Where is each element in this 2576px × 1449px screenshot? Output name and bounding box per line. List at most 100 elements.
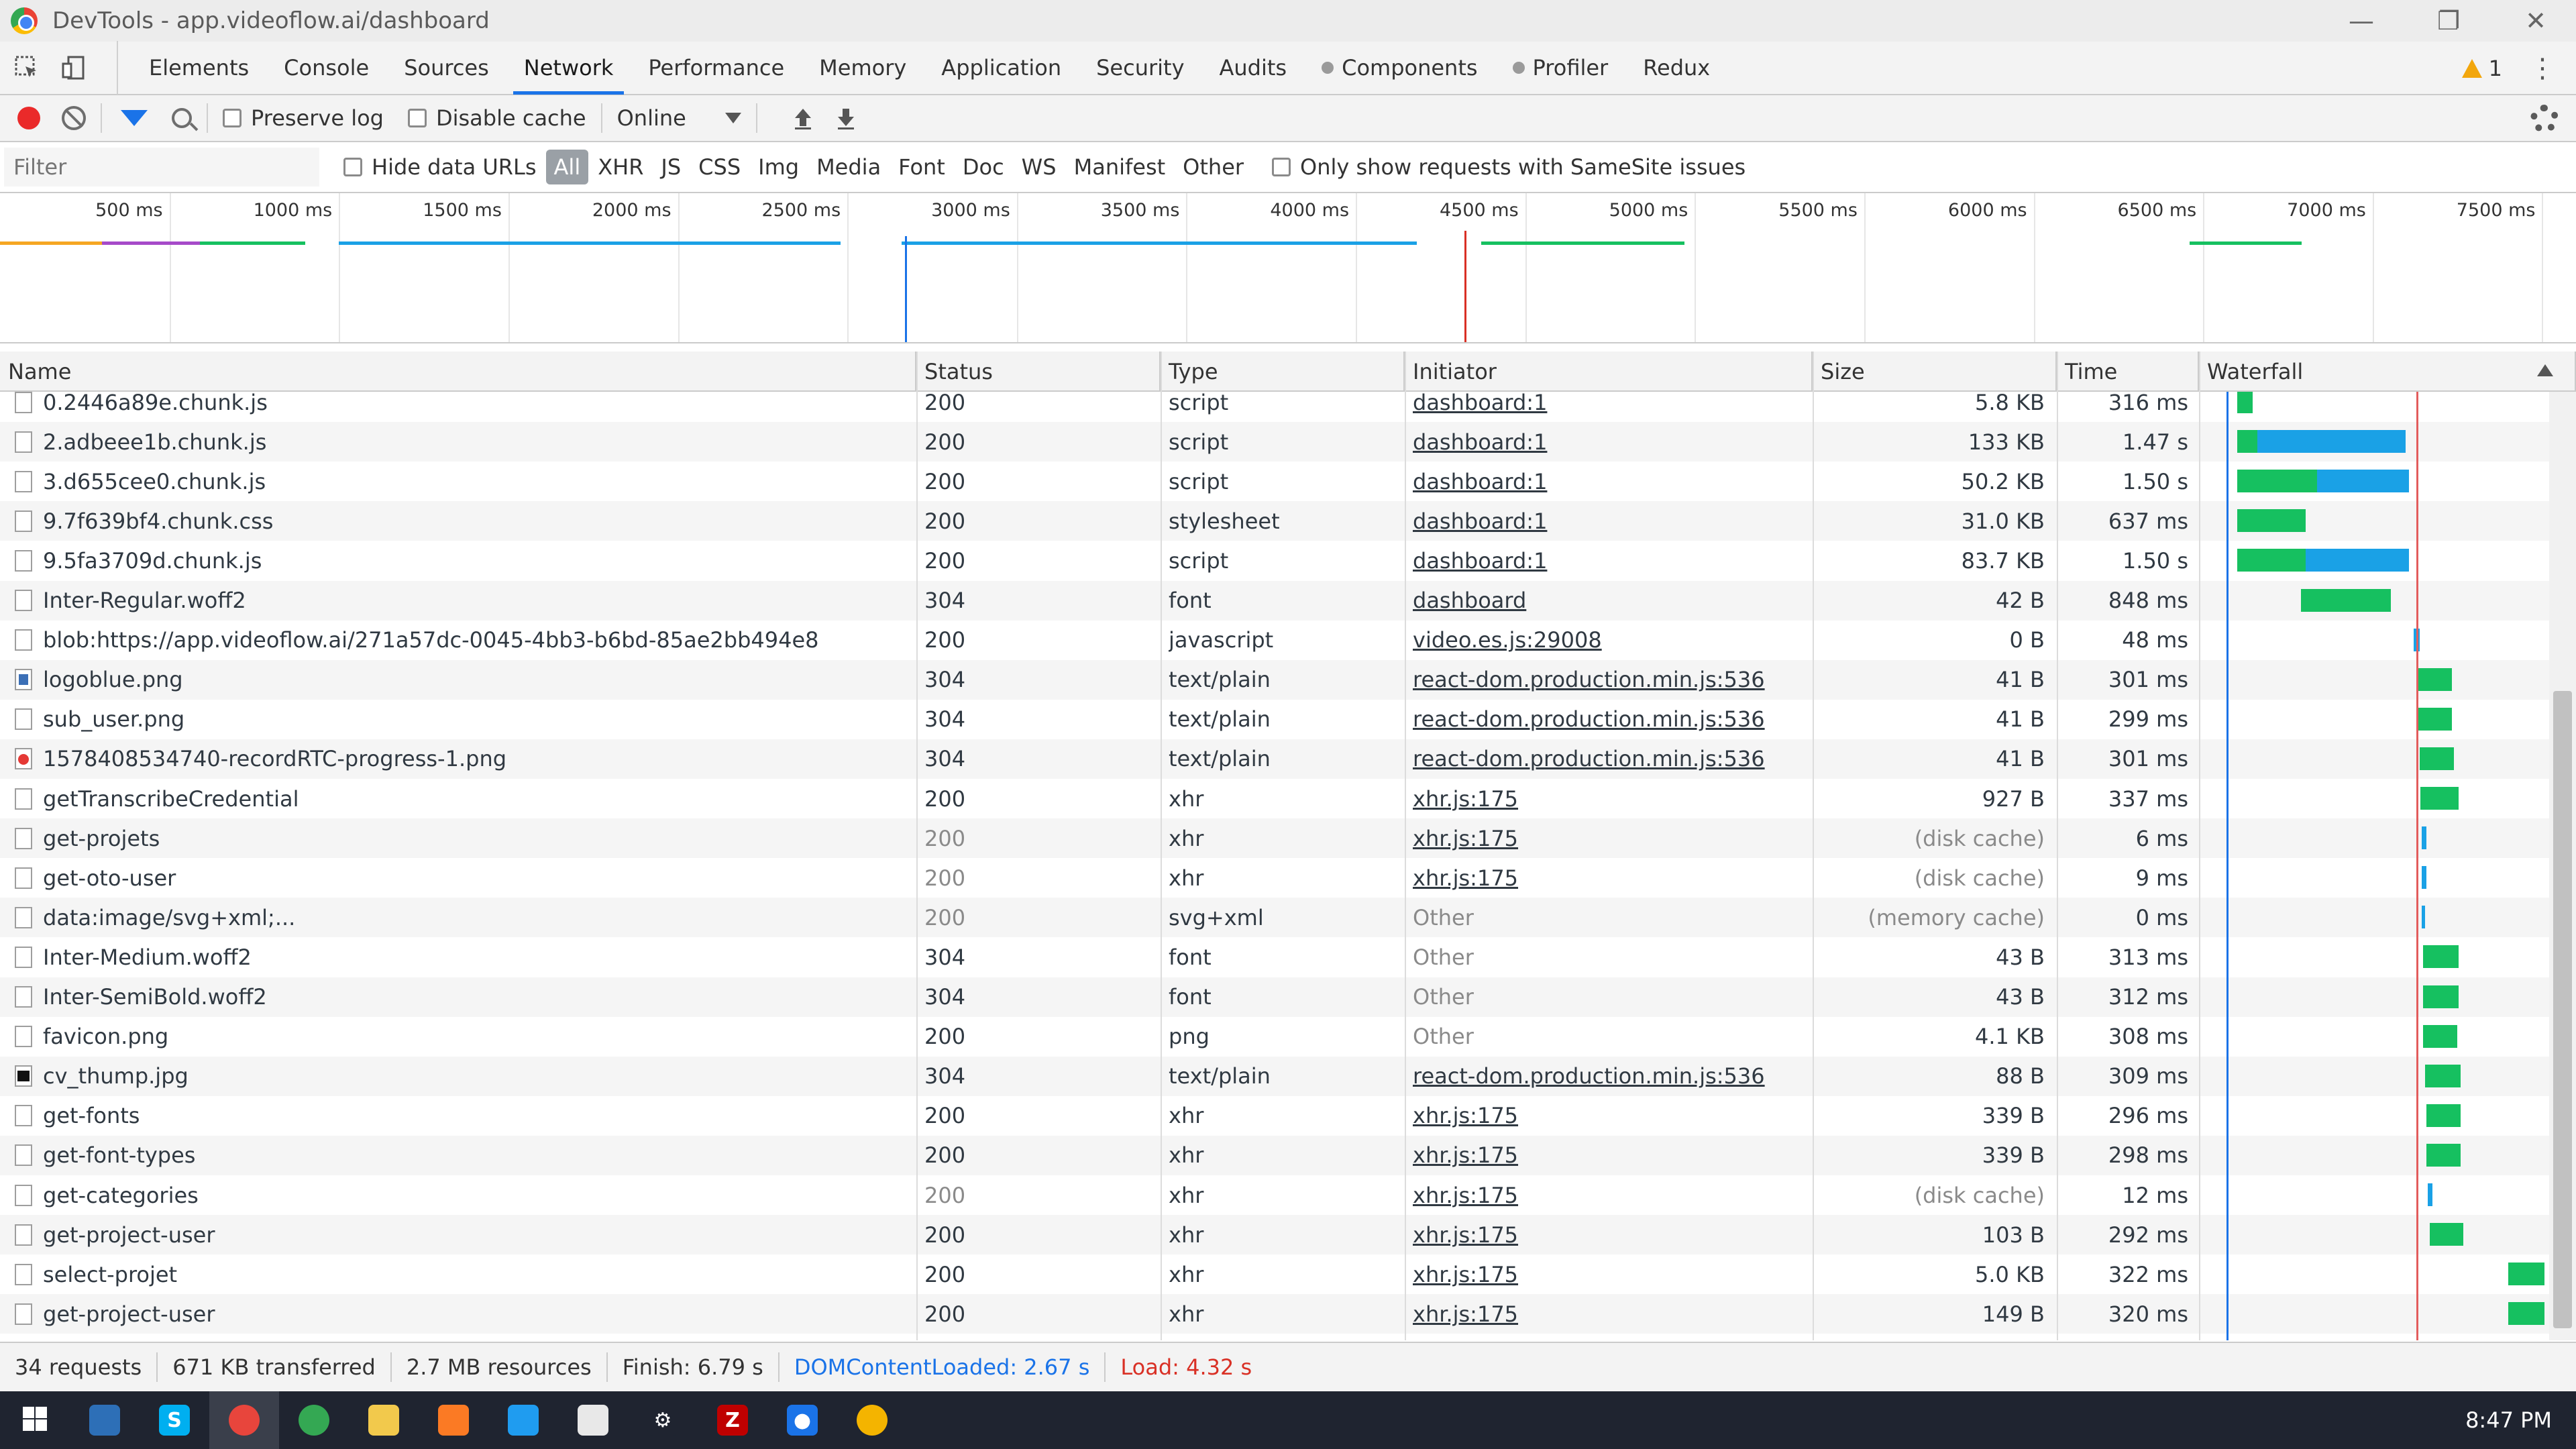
tab-console[interactable]: Console [266, 41, 386, 95]
export-har-icon[interactable] [834, 106, 858, 130]
type-filter-other[interactable]: Other [1175, 150, 1252, 184]
request-initiator-cell[interactable]: react-dom.production.min.js:536 [1413, 660, 1809, 700]
taskbar-item[interactable] [0, 1391, 70, 1449]
request-initiator-cell[interactable]: xhr.js:175 [1413, 779, 1809, 818]
request-initiator-cell[interactable]: dashboard:1 [1413, 462, 1809, 501]
request-name-cell[interactable]: get-project-user [0, 1294, 912, 1334]
request-name-cell[interactable]: logoblue.png [0, 660, 912, 700]
request-name-cell[interactable]: get-font-types [0, 1136, 912, 1175]
record-button[interactable] [17, 107, 40, 129]
request-initiator-link[interactable]: react-dom.production.min.js:536 [1413, 667, 1765, 692]
type-filter-img[interactable]: Img [750, 150, 807, 184]
tab-audits[interactable]: Audits [1202, 41, 1305, 95]
request-initiator-cell[interactable]: video.es.js:29008 [1413, 621, 1809, 660]
request-initiator-cell[interactable]: dashboard:1 [1413, 392, 1809, 422]
column-header-type[interactable]: Type [1161, 352, 1405, 392]
taskbar-item[interactable] [70, 1391, 140, 1449]
request-initiator-link[interactable]: xhr.js:175 [1413, 1262, 1518, 1287]
request-name-cell[interactable]: Inter-SemiBold.woff2 [0, 977, 912, 1017]
request-initiator-link[interactable]: react-dom.production.min.js:536 [1413, 746, 1765, 771]
tab-network[interactable]: Network [506, 41, 631, 95]
table-row[interactable]: 0.2446a89e.chunk.js 200 script dashboard:1 5… [0, 392, 2549, 422]
table-row[interactable]: get-project-user 200 xhr xhr.js:175 149 B 320… [0, 1294, 2549, 1334]
type-filter-js[interactable]: JS [653, 150, 689, 184]
checkbox-box[interactable] [1272, 158, 1291, 176]
table-row[interactable]: get-font-types 200 xhr xhr.js:175 339 B 298 m… [0, 1135, 2549, 1175]
request-name-cell[interactable]: get-categories [0, 1175, 912, 1215]
column-header-size[interactable]: Size [1813, 352, 2057, 392]
search-icon[interactable] [172, 108, 192, 128]
request-initiator-cell[interactable]: xhr.js:175 [1413, 858, 1809, 898]
taskbar-item[interactable]: S [140, 1391, 209, 1449]
request-initiator-link[interactable]: xhr.js:175 [1413, 865, 1518, 891]
request-name-cell[interactable]: select-projet [0, 1254, 912, 1294]
close-icon[interactable]: ✕ [2492, 0, 2576, 42]
type-filter-all[interactable]: All [545, 150, 589, 184]
hide-data-urls-checkbox[interactable]: Hide data URLs [343, 154, 537, 180]
type-filter-ws[interactable]: WS [1014, 150, 1065, 184]
checkbox-box[interactable] [343, 158, 362, 176]
taskbar-item[interactable] [419, 1391, 488, 1449]
request-name-cell[interactable]: 2.adbeee1b.chunk.js [0, 422, 912, 462]
taskbar-item[interactable] [488, 1391, 558, 1449]
device-toolbar-icon[interactable] [54, 41, 94, 95]
request-initiator-cell[interactable]: react-dom.production.min.js:536 [1413, 1057, 1809, 1096]
request-initiator-link[interactable]: dashboard:1 [1413, 429, 1547, 455]
request-initiator-link[interactable]: xhr.js:175 [1413, 1142, 1518, 1168]
table-row[interactable]: favicon.png 200 png Other 4.1 KB 308 ms [0, 1017, 2549, 1057]
import-har-icon[interactable] [791, 106, 815, 130]
table-row[interactable]: logoblue.png 304 text/plain react-dom.produ… [0, 659, 2549, 700]
request-initiator-cell[interactable]: xhr.js:175 [1413, 1294, 1809, 1334]
request-initiator-cell[interactable]: xhr.js:175 [1413, 1215, 1809, 1254]
request-name-cell[interactable]: Inter-Medium.woff2 [0, 937, 912, 977]
table-row[interactable]: sub_user.png 304 text/plain react-dom.produ… [0, 700, 2549, 739]
request-initiator-link[interactable]: xhr.js:175 [1413, 786, 1518, 812]
taskbar-item[interactable] [209, 1391, 279, 1449]
table-row[interactable]: get-projets 200 xhr xhr.js:175 (disk cache) 6… [0, 818, 2549, 859]
filter-input[interactable] [4, 148, 319, 186]
request-name-cell[interactable]: 9.5fa3709d.chunk.js [0, 541, 912, 580]
network-overview-timeline[interactable]: 500 ms 1000 ms 1500 ms 2000 ms 2500 ms 3000 m… [0, 193, 2576, 343]
request-name-cell[interactable]: sub_user.png [0, 700, 912, 739]
table-row[interactable]: Inter-Regular.woff2 304 font dashboard 42 B 8… [0, 580, 2549, 621]
table-row[interactable]: blob:https://app.videoflow.ai/271a57dc-0… [0, 621, 2549, 660]
request-initiator-link[interactable]: react-dom.production.min.js:536 [1413, 1063, 1765, 1089]
table-row[interactable]: 2.adbeee1b.chunk.js 200 script dashboard:1 1… [0, 422, 2549, 462]
tab-sources[interactable]: Sources [386, 41, 506, 95]
tab-application[interactable]: Application [924, 41, 1079, 95]
checkbox-box[interactable] [223, 109, 241, 127]
tab-memory[interactable]: Memory [802, 41, 924, 95]
tab-performance[interactable]: Performance [631, 41, 802, 95]
throttling-select[interactable]: Online [617, 105, 741, 131]
column-header-initiator[interactable]: Initiator [1405, 352, 1813, 392]
table-row[interactable]: 1578408534740-recordRTC-progress-1.png 30… [0, 739, 2549, 779]
request-name-cell[interactable]: get-oto-user [0, 858, 912, 898]
type-filter-xhr[interactable]: XHR [590, 150, 651, 184]
table-row[interactable]: Inter-Medium.woff2 304 font Other 43 B 313 ms [0, 937, 2549, 977]
request-initiator-cell[interactable]: react-dom.production.min.js:536 [1413, 700, 1809, 739]
request-name-cell[interactable]: 9.7f639bf4.chunk.css [0, 501, 912, 541]
table-row[interactable]: 9.7f639bf4.chunk.css 200 stylesheet dashboa… [0, 501, 2549, 541]
request-name-cell[interactable]: data:image/svg+xml;... [0, 898, 912, 937]
table-row[interactable]: get-categories 200 xhr xhr.js:175 (disk cach… [0, 1175, 2549, 1215]
request-initiator-cell[interactable]: react-dom.production.min.js:536 [1413, 739, 1809, 779]
windows-start-icon[interactable] [21, 1405, 48, 1435]
request-name-cell[interactable]: getTranscribeCredential [0, 779, 912, 818]
request-name-cell[interactable]: favicon.png [0, 1017, 912, 1057]
request-name-cell[interactable]: blob:https://app.videoflow.ai/271a57dc-0… [0, 621, 912, 660]
column-header-time[interactable]: Time [2057, 352, 2199, 392]
taskbar-item[interactable] [837, 1391, 907, 1449]
taskbar-clock[interactable]: 8:47 PM [2465, 1391, 2552, 1449]
taskbar-item[interactable] [279, 1391, 349, 1449]
tab-components[interactable]: Components [1304, 41, 1495, 95]
table-row[interactable]: cv_thump.jpg 304 text/plain react-dom.produ… [0, 1056, 2549, 1096]
request-initiator-link[interactable]: dashboard:1 [1413, 469, 1547, 494]
request-name-cell[interactable]: get-project-user [0, 1215, 912, 1254]
sort-ascending-icon[interactable] [2537, 364, 2553, 376]
request-initiator-link[interactable]: xhr.js:175 [1413, 1301, 1518, 1327]
request-initiator-cell[interactable]: xhr.js:175 [1413, 1096, 1809, 1136]
request-initiator-cell[interactable]: dashboard:1 [1413, 501, 1809, 541]
request-initiator-link[interactable]: dashboard [1413, 588, 1526, 613]
type-filter-doc[interactable]: Doc [955, 150, 1012, 184]
table-row[interactable]: get-oto-user 200 xhr xhr.js:175 (disk cache)… [0, 858, 2549, 898]
